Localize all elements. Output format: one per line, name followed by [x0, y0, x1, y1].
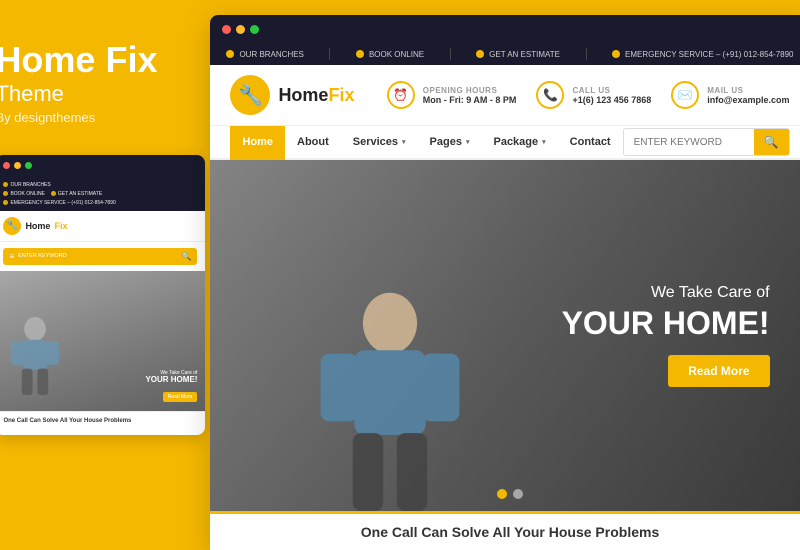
topbar-location-icon: [226, 50, 234, 58]
logo-icon: 🔧: [230, 75, 270, 115]
nav-contact[interactable]: Contact: [558, 126, 623, 160]
mini-topbar-emergency: EMERGENCY SERVICE – (+91) 012-854-7890: [3, 200, 115, 206]
hours-label: OPENING HOURS: [423, 86, 517, 95]
nav-package[interactable]: Package ▾: [481, 126, 557, 160]
nav-services[interactable]: Services ▾: [341, 126, 418, 160]
header-info-phone: 📞 CALL US +1(6) 123 456 7868: [536, 81, 651, 109]
hero-read-more-button[interactable]: Read More: [668, 355, 769, 387]
topbar-emergency: EMERGENCY SERVICE – (+91) 012-854-7890: [612, 50, 793, 59]
hero-text-block: We Take Care of YOUR HOME! Read More: [562, 284, 770, 387]
chevron-pages: ▾: [466, 138, 470, 146]
mini-topbar: OUR BRANCHES BOOK ONLINE GET AN ESTIMATE…: [0, 177, 205, 211]
mini-estimate-icon: [51, 191, 56, 196]
dot-green: [25, 162, 32, 169]
browser-mockup: OUR BRANCHES BOOK ONLINE GET AN ESTIMATE…: [210, 15, 800, 550]
site-bottom-banner: One Call Can Solve All Your House Proble…: [210, 511, 800, 550]
mini-hero: We Take Care of YOUR HOME! Read More: [0, 271, 205, 411]
topbar-branches: OUR BRANCHES: [226, 50, 303, 59]
slider-dot-2[interactable]: [513, 489, 523, 499]
topbar-separator-2: [450, 48, 451, 60]
browser-dot-green: [250, 25, 259, 34]
mini-bottom-text: One Call Can Solve All Your House Proble…: [0, 411, 205, 430]
logo-fix: Fix: [328, 85, 354, 105]
mini-topbar-book: BOOK ONLINE: [3, 191, 44, 197]
phone-label: CALL US: [572, 86, 651, 95]
mini-topbar-estimate: GET AN ESTIMATE: [51, 191, 102, 197]
mini-menu-icon: ≡: [9, 252, 14, 261]
browser-dot-red: [222, 25, 231, 34]
mail-value: info@example.com: [707, 95, 789, 105]
slider-dot-1[interactable]: [497, 489, 507, 499]
logo-home: Home: [278, 85, 328, 105]
mini-browser-preview: OUR BRANCHES BOOK ONLINE GET AN ESTIMATE…: [0, 155, 205, 435]
mini-topbar-item: OUR BRANCHES: [3, 182, 50, 188]
right-panel: OUR BRANCHES BOOK ONLINE GET AN ESTIMATE…: [210, 0, 800, 550]
hours-value: Mon - Fri: 9 AM - 8 PM: [423, 95, 517, 105]
bottom-banner-text: One Call Can Solve All Your House Proble…: [230, 524, 789, 540]
mini-header: 🔧 HomeFix: [0, 211, 205, 242]
topbar-book: BOOK ONLINE: [356, 50, 424, 59]
topbar-estimate: GET AN ESTIMATE: [476, 50, 560, 59]
topbar-book-icon: [356, 50, 364, 58]
mini-browser-bar: [0, 155, 205, 177]
mini-emergency-icon: [3, 200, 8, 205]
topbar-emergency-icon: [612, 50, 620, 58]
topbar-estimate-icon: [476, 50, 484, 58]
mini-location-icon: [3, 182, 8, 187]
hero-person-svg: [290, 291, 490, 511]
dot-yellow: [14, 162, 21, 169]
mini-search-bar[interactable]: ≡ ENTER KEYWORD 🔍: [3, 248, 197, 265]
dot-red: [3, 162, 10, 169]
mini-hero-btn[interactable]: Read More: [163, 392, 198, 402]
mini-search-submit[interactable]: 🔍: [181, 252, 191, 261]
nav-search[interactable]: 🔍: [623, 128, 790, 156]
nav-items: Home About Services ▾ Pages ▾ Package ▾: [230, 126, 622, 158]
chevron-package: ▾: [542, 138, 546, 146]
clock-icon: ⏰: [387, 81, 415, 109]
mini-person-svg: [5, 301, 65, 411]
topbar-separator-3: [586, 48, 587, 60]
phone-value: +1(6) 123 456 7868: [572, 95, 651, 105]
site-topbar: OUR BRANCHES BOOK ONLINE GET AN ESTIMATE…: [210, 43, 800, 65]
header-info: ⏰ OPENING HOURS Mon - Fri: 9 AM - 8 PM 📞…: [387, 81, 790, 109]
site-nav: Home About Services ▾ Pages ▾ Package ▾: [210, 126, 800, 160]
mini-logo: 🔧 HomeFix: [3, 217, 67, 235]
site-header: 🔧 HomeFix ⏰ OPENING HOURS Mon - Fri: 9 A…: [210, 65, 800, 126]
search-input[interactable]: [624, 131, 754, 154]
brand-title: Home Fix Theme: [0, 40, 185, 106]
mini-book-icon: [3, 191, 8, 196]
header-info-mail: ✉️ MAIL US info@example.com: [671, 81, 789, 109]
nav-pages[interactable]: Pages ▾: [418, 126, 482, 160]
topbar-separator-1: [329, 48, 330, 60]
nav-about[interactable]: About: [285, 126, 341, 160]
chevron-services: ▾: [402, 138, 406, 146]
brand-subtitle: Theme: [0, 82, 185, 106]
hero-big-text: YOUR HOME!: [562, 306, 770, 341]
mail-label: MAIL US: [707, 86, 789, 95]
header-info-hours: ⏰ OPENING HOURS Mon - Fri: 9 AM - 8 PM: [387, 81, 517, 109]
mail-icon: ✉️: [671, 81, 699, 109]
nav-home[interactable]: Home: [230, 126, 285, 160]
mini-search-placeholder: ENTER KEYWORD: [18, 253, 177, 259]
left-panel: Home Fix Theme By designthemes OUR BRANC…: [0, 0, 210, 550]
slider-dots: [497, 489, 523, 499]
search-button[interactable]: 🔍: [754, 129, 789, 155]
brand-by: By designthemes: [0, 110, 185, 125]
browser-title-bar: [210, 15, 800, 43]
site-hero: We Take Care of YOUR HOME! Read More: [210, 160, 800, 511]
site-logo: 🔧 HomeFix: [230, 75, 354, 115]
hero-small-text: We Take Care of: [562, 284, 770, 302]
mini-logo-icon: 🔧: [3, 217, 21, 235]
phone-icon: 📞: [536, 81, 564, 109]
browser-dot-yellow: [236, 25, 245, 34]
